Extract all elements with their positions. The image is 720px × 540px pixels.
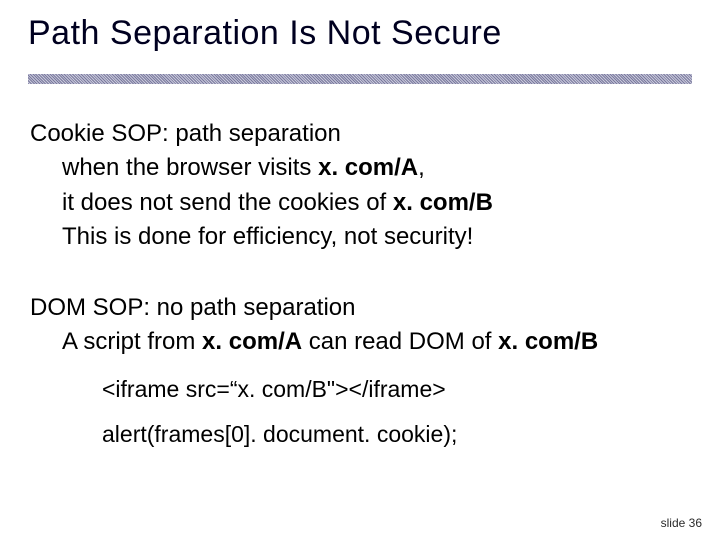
section1-line1: when the browser visits x. com/A,: [62, 152, 690, 184]
spacer: [30, 256, 690, 292]
slide-title: Path Separation Is Not Secure: [28, 14, 502, 53]
code-block: <iframe src=“x. com/B"></iframe> alert(f…: [102, 374, 690, 450]
section1-heading: Cookie SOP: path separation: [30, 118, 690, 150]
bold-url-a2: x. com/A: [202, 328, 302, 355]
text: it does not send the cookies of: [62, 189, 393, 216]
slide-number: slide 36: [661, 516, 702, 530]
title-underline: [28, 74, 692, 84]
text: when the browser visits: [62, 154, 318, 181]
bold-url-b: x. com/B: [393, 189, 493, 216]
section2-line1: A script from x. com/A can read DOM of x…: [62, 326, 690, 358]
text: ,: [418, 154, 425, 181]
slide-body: Cookie SOP: path separation when the bro…: [30, 118, 690, 464]
bold-url-b2: x. com/B: [498, 328, 598, 355]
code-line-2: alert(frames[0]. document. cookie);: [102, 419, 690, 450]
text: A script from: [62, 328, 202, 355]
code-line-1: <iframe src=“x. com/B"></iframe>: [102, 374, 690, 405]
section1-line2: it does not send the cookies of x. com/B: [62, 187, 690, 219]
slide: Path Separation Is Not Secure Cookie SOP…: [0, 0, 720, 540]
bold-url-a: x. com/A: [318, 154, 418, 181]
section1-line3: This is done for efficiency, not securit…: [62, 221, 690, 253]
text: can read DOM of: [302, 328, 498, 355]
section2-heading: DOM SOP: no path separation: [30, 292, 690, 324]
